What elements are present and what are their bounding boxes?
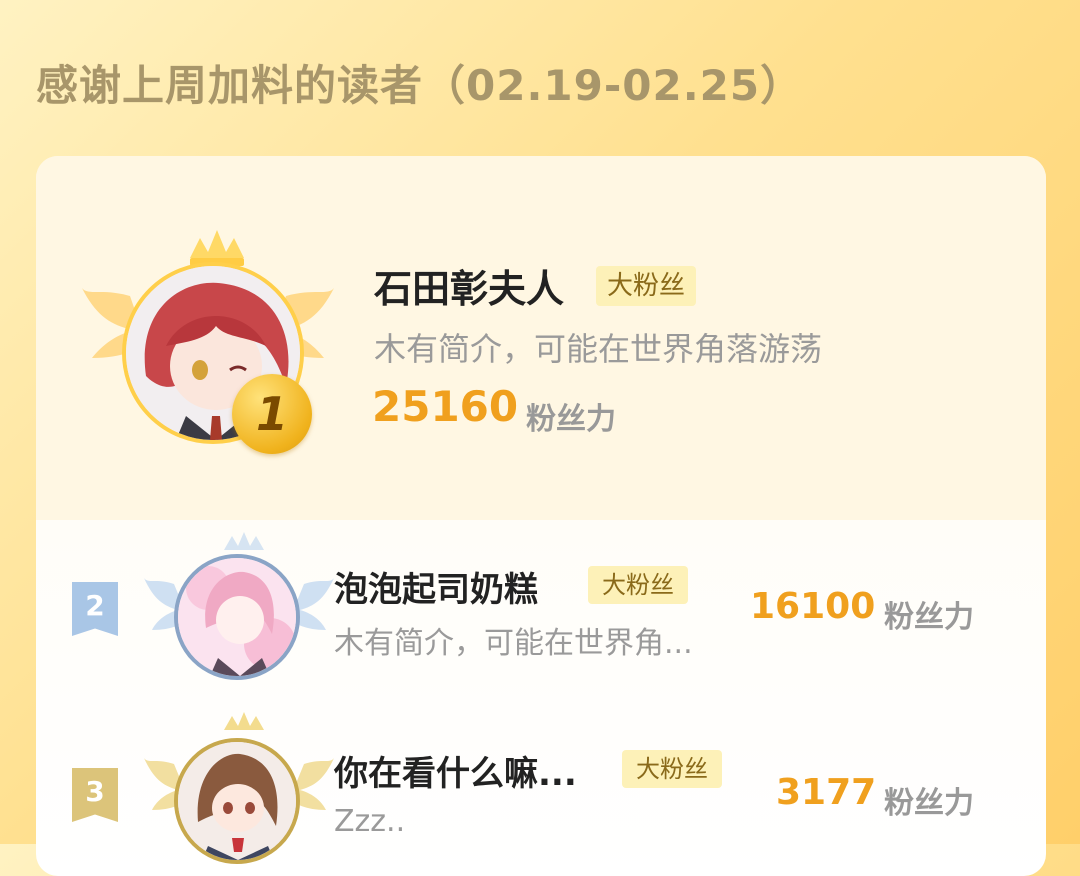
reader-row-2[interactable]: 2 泡泡起司奶糕 大粉丝 木有简介，可能在世界角... 16100 粉丝力	[36, 520, 1046, 704]
fan-level-tag: 大粉丝	[588, 566, 688, 604]
rank-3-badge: 3	[72, 768, 118, 822]
anime-girl-pink-hair-avatar-icon	[178, 558, 296, 676]
reader-avatar[interactable]	[174, 738, 300, 864]
rank-2-badge: 2	[72, 582, 118, 636]
reader-name[interactable]: 石田彰夫人	[374, 258, 564, 313]
rank-1-medal: 1	[232, 374, 312, 454]
reader-ranking-card: 1 石田彰夫人 大粉丝 木有简介，可能在世界角落游荡 25160 粉丝力 2 泡…	[36, 156, 1046, 876]
fan-level-tag: 大粉丝	[596, 266, 696, 306]
reader-score: 25160	[372, 382, 519, 431]
reader-bio: 木有简介，可能在世界角落游荡	[374, 330, 823, 368]
page-title: 感谢上周加料的读者（02.19-02.25）	[36, 61, 804, 110]
reader-row-1[interactable]: 1 石田彰夫人 大粉丝 木有简介，可能在世界角落游荡 25160 粉丝力	[36, 156, 1046, 520]
anime-girl-brown-hair-avatar-icon	[178, 742, 296, 860]
reader-name[interactable]: 你在看什么嘛...	[334, 746, 577, 795]
reader-score: 3177	[776, 772, 877, 813]
score-unit-label: 粉丝力	[884, 786, 974, 821]
score-unit-label: 粉丝力	[884, 600, 974, 635]
reader-bio: Zzz..	[334, 804, 406, 839]
reader-bio: 木有简介，可能在世界角...	[334, 626, 693, 661]
reader-avatar[interactable]	[174, 554, 300, 680]
reader-name[interactable]: 泡泡起司奶糕	[334, 562, 538, 611]
score-unit-label: 粉丝力	[526, 402, 616, 437]
fan-level-tag: 大粉丝	[622, 750, 722, 788]
reader-score: 16100	[750, 586, 876, 627]
reader-row-3[interactable]: 3 你在看什么嘛... 大粉丝 Zzz.. 3177 粉丝力	[36, 704, 1046, 876]
